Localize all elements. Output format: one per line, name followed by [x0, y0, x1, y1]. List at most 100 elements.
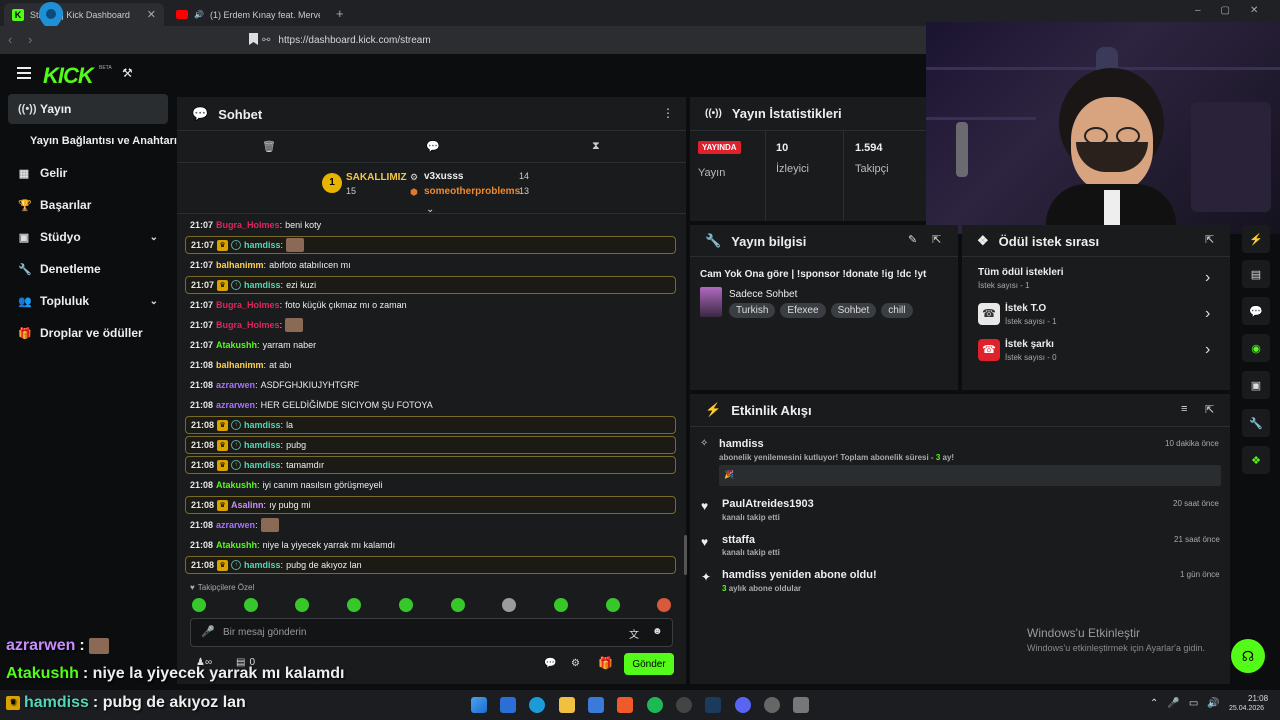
message-username[interactable]: hamdiss	[244, 280, 281, 290]
activity-user[interactable]: hamdiss	[719, 438, 764, 450]
reward-icon[interactable]: ❖	[1242, 446, 1270, 474]
message-username[interactable]: azrarwen	[216, 520, 255, 530]
sidebar-item-gelir[interactable]: ▦ Gelir	[8, 158, 168, 188]
chat-message[interactable]: 21:07 Atakushh: yarram naber	[185, 336, 676, 354]
chat-message[interactable]: 21:08 ♛ ↑ hamdiss: pubg de akıyoz lan	[185, 556, 676, 574]
emote-icon[interactable]	[347, 598, 361, 612]
popout-icon[interactable]: ⇱	[1205, 403, 1214, 416]
chat-message[interactable]: 21:08 azrarwen: ASDFGHJKIUJYHTGRF	[185, 376, 676, 394]
chat-message[interactable]: 21:07 Bugra_Holmes: beni koty	[185, 216, 676, 234]
browser-tab-youtube[interactable]: 🔊 (1) Erdem Kınay feat. Merve Özbe...	[168, 3, 338, 26]
sidebar-item-stream-key[interactable]: Yayın Bağlantısı ve Anahtarı	[8, 126, 183, 156]
chat-scrollbar[interactable]	[684, 535, 687, 575]
hamburger-menu-icon[interactable]	[17, 67, 31, 79]
chat-message[interactable]: 21:08 Atakushh: iyi canım nasılsın görüşme…	[185, 476, 676, 494]
message-username[interactable]: hamdiss	[244, 440, 281, 450]
activity-user[interactable]: hamdiss yeniden abone oldu!	[722, 569, 877, 581]
window-controls[interactable]: –▢✕	[1195, 5, 1278, 16]
stream-tag[interactable]: Sohbet	[830, 303, 877, 318]
message-username[interactable]: azrarwen	[216, 380, 255, 390]
emoji-icon[interactable]: ☻	[652, 626, 663, 637]
category-thumbnail[interactable]	[700, 287, 722, 317]
steam-icon[interactable]	[705, 697, 721, 713]
document-icon[interactable]: ▤	[1242, 260, 1270, 288]
filter-icon[interactable]: ≡	[1181, 403, 1187, 415]
edit-icon[interactable]: ✎	[908, 233, 917, 246]
kick-logo[interactable]: KICK	[43, 63, 94, 89]
message-username[interactable]: Bugra_Holmes	[216, 220, 280, 230]
send-button[interactable]: Gönder	[624, 653, 674, 675]
tab-close-icon[interactable]: ✕	[147, 8, 156, 21]
all-rewards-label[interactable]: Tüm ödül istekleri	[978, 267, 1064, 278]
leaderboard-name[interactable]: someotherproblems	[424, 186, 520, 197]
sidebar-item-droplar[interactable]: 🎁 Droplar ve ödüller	[8, 318, 168, 348]
chat-message[interactable]: 21:08 ♛ Asalinn: ıy pubg mi	[185, 496, 676, 514]
leaderboard-top-name[interactable]: SAKALLIMIZ	[346, 172, 407, 183]
reward-item-label[interactable]: İstek T.O	[1005, 303, 1046, 314]
url-field[interactable]: ⚯ https://dashboard.kick.com/stream	[262, 31, 926, 49]
stream-tag[interactable]: Efexee	[780, 303, 826, 318]
discord-icon[interactable]	[735, 697, 751, 713]
reward-item-label[interactable]: İstek şarkı	[1005, 339, 1054, 350]
microphone-icon[interactable]: 🎤	[201, 625, 215, 638]
settings-icon[interactable]	[793, 697, 809, 713]
stream-tag[interactable]: chill	[881, 303, 913, 318]
emote-icon[interactable]	[295, 598, 309, 612]
emote-icon[interactable]	[502, 598, 516, 612]
message-username[interactable]: Atakushh	[216, 540, 257, 550]
gift-icon[interactable]: 🎁	[598, 656, 613, 670]
chat-bubble-icon[interactable]: 💬	[544, 658, 556, 669]
message-username[interactable]: Asalinn	[231, 500, 264, 510]
file-explorer-icon[interactable]	[559, 697, 575, 713]
message-username[interactable]: balhanimm	[216, 260, 264, 270]
chat-message[interactable]: 21:08 ♛ ↑ hamdiss: la	[185, 416, 676, 434]
emote-icon[interactable]	[657, 598, 671, 612]
more-options-icon[interactable]: ⋮	[662, 106, 674, 120]
browser-tab-active[interactable]: K Stream | Kick Dashboard ✕	[4, 3, 164, 26]
popout-icon[interactable]: ⇱	[1205, 233, 1214, 246]
sidebar-item-studyo[interactable]: ▣ Stüdyo ⌄	[8, 222, 168, 252]
emote-icon[interactable]	[606, 598, 620, 612]
message-username[interactable]: balhanimm	[216, 360, 264, 370]
emote-icon[interactable]	[399, 598, 413, 612]
message-username[interactable]: hamdiss	[244, 460, 281, 470]
obs-icon[interactable]	[676, 697, 692, 713]
trash-icon[interactable]: 🗑	[262, 140, 276, 153]
back-icon[interactable]: ‹	[8, 32, 12, 47]
chevron-right-icon[interactable]: ›	[1205, 305, 1210, 323]
brave-icon[interactable]	[617, 697, 633, 713]
message-username[interactable]: Bugra_Holmes	[216, 320, 280, 330]
new-tab-button[interactable]: +	[336, 6, 344, 21]
message-username[interactable]: Atakushh	[216, 340, 257, 350]
message-username[interactable]: Atakushh	[216, 480, 257, 490]
chevron-right-icon[interactable]: ›	[1205, 269, 1210, 287]
mail-icon[interactable]	[500, 697, 516, 713]
chat-message[interactable]: 21:08 balhanimm: at abı	[185, 356, 676, 374]
windows-start-icon[interactable]	[471, 697, 487, 713]
system-tray-icons[interactable]: ⌃🎤▭🔊	[1150, 698, 1229, 709]
chrome-icon[interactable]	[764, 697, 780, 713]
sidebar-item-basarilar[interactable]: 🏆 Başarılar	[8, 190, 168, 220]
sidebar-item-topluluk[interactable]: 👥 Topluluk ⌄	[8, 286, 168, 316]
category-name[interactable]: Sadece Sohbet	[729, 289, 797, 300]
popout-icon[interactable]: ⇱	[932, 233, 941, 246]
chat-message[interactable]: 21:07 ♛ ↑ hamdiss: ezi kuzi	[185, 276, 676, 294]
stream-tag[interactable]: Turkish	[729, 303, 776, 318]
message-username[interactable]: azrarwen	[216, 400, 255, 410]
sidebar-item-yayin[interactable]: ((•)) Yayın	[8, 94, 168, 124]
chevron-right-icon[interactable]: ›	[1205, 341, 1210, 359]
chat-message[interactable]: 21:08 ♛ ↑ hamdiss: tamamdır	[185, 456, 676, 474]
chat-input-placeholder[interactable]: Bir mesaj gönderin	[223, 627, 306, 638]
chat-message[interactable]: 21:07 Bugra_Holmes: foto küçük çıkmaz mı o…	[185, 296, 676, 314]
message-username[interactable]: hamdiss	[244, 240, 281, 250]
chat-message[interactable]: 21:08 azrarwen:	[185, 516, 676, 534]
edge-icon[interactable]	[529, 697, 545, 713]
chat-bubble-icon[interactable]: 💬	[1242, 297, 1270, 325]
help-button[interactable]: ☊	[1231, 639, 1265, 673]
chat-message[interactable]: 21:08 azrarwen: HER GELDİĞİMDE SICIYOM ŞU …	[185, 396, 676, 414]
chat-mode-icon[interactable]: 💬	[426, 140, 440, 153]
message-username[interactable]: hamdiss	[244, 560, 281, 570]
sidebar-item-denetleme[interactable]: 🔧 Denetleme	[8, 254, 168, 284]
slow-mode-icon[interactable]: ⧗	[592, 140, 600, 153]
message-username[interactable]: hamdiss	[244, 420, 281, 430]
